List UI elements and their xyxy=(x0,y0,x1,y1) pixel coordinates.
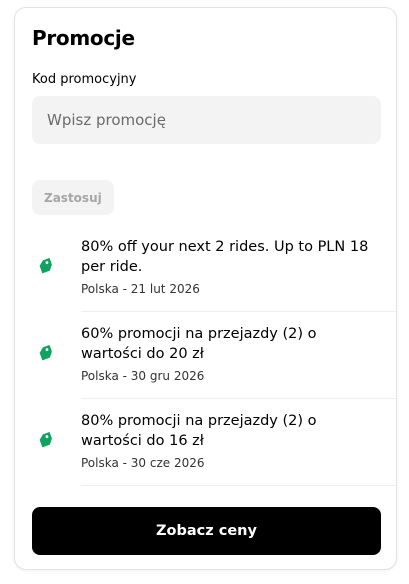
tag-icon xyxy=(37,344,53,361)
promo-meta: Polska - 30 cze 2026 xyxy=(81,456,205,470)
promo-list: 80% off your next 2 rides. Up to PLN 18 … xyxy=(15,225,396,486)
page-title: Promocje xyxy=(32,26,135,50)
tag-icon xyxy=(37,431,53,448)
promo-description: 80% promocji na przejazdy (2) o wartości… xyxy=(81,413,317,449)
promo-description: 60% promocji na przejazdy (2) o wartości… xyxy=(81,326,317,362)
promo-meta: Polska - 21 lut 2026 xyxy=(81,282,200,296)
promo-code-label: Kod promocyjny xyxy=(32,72,137,87)
promo-description: 80% off your next 2 rides. Up to PLN 18 … xyxy=(81,239,369,275)
promo-meta: Polska - 30 gru 2026 xyxy=(81,369,205,383)
promo-code-field[interactable] xyxy=(32,96,381,144)
promo-code-input[interactable] xyxy=(32,96,381,144)
tag-icon xyxy=(37,257,53,274)
promotions-panel: Promocje Kod promocyjny Zastosuj 80% off… xyxy=(14,7,397,570)
promo-item[interactable]: 80% promocji na przejazdy (2) o wartości… xyxy=(15,399,396,486)
promo-item[interactable]: 80% off your next 2 rides. Up to PLN 18 … xyxy=(15,225,396,312)
divider xyxy=(81,485,396,486)
apply-button[interactable]: Zastosuj xyxy=(32,180,114,215)
see-prices-button[interactable]: Zobacz ceny xyxy=(32,507,381,555)
promo-item[interactable]: 60% promocji na przejazdy (2) o wartości… xyxy=(15,312,396,399)
